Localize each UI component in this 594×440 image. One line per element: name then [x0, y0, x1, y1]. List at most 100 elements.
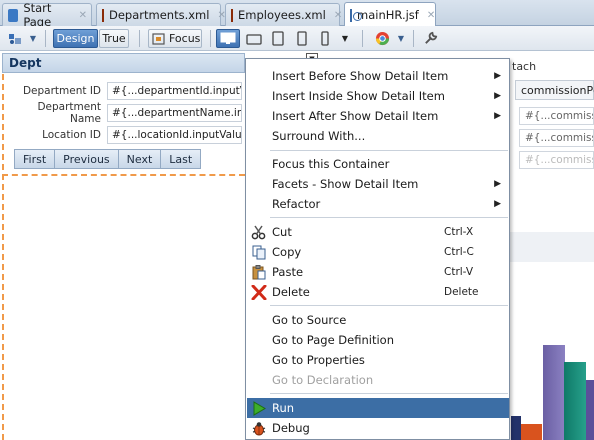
context-menu: Insert Before Show Detail Item ▶ Insert …	[245, 58, 510, 440]
submenu-arrow-icon: ▶	[494, 179, 501, 189]
tab-employees-xml[interactable]: Employees.xml ✕	[225, 3, 342, 26]
toolbar-divider	[139, 30, 140, 47]
close-icon[interactable]: ✕	[79, 10, 87, 21]
dept-divider	[2, 174, 245, 176]
toolbar-divider	[362, 30, 363, 47]
browser-icon[interactable]	[372, 29, 392, 48]
last-button[interactable]: Last	[160, 149, 202, 169]
next-button[interactable]: Next	[117, 149, 162, 169]
menu-item-facets[interactable]: Facets - Show Detail Item ▶	[247, 174, 509, 194]
menu-item-insert-after[interactable]: Insert After Show Detail Item ▶	[247, 106, 509, 126]
chart-bar-purple	[543, 345, 565, 440]
menu-item-focus-container[interactable]: Focus this Container	[247, 154, 509, 174]
editor-toolbar: ▼ Design True Focus ▼ ▼	[0, 26, 594, 51]
desktop-view-icon[interactable]	[216, 29, 240, 48]
scissors-icon	[251, 225, 266, 240]
tab-label: Departments.xml	[109, 8, 210, 22]
shortcut-label: Ctrl-X	[444, 226, 474, 238]
department-name-row: Department Name #{...departmentName.inpu…	[4, 101, 242, 125]
tab-start-page[interactable]: Start Page ✕	[2, 1, 92, 29]
submenu-arrow-icon: ▶	[494, 71, 501, 81]
field-label: Location ID	[42, 129, 101, 141]
menu-separator	[270, 150, 508, 151]
menu-separator	[270, 305, 508, 306]
close-icon[interactable]: ✕	[334, 10, 342, 21]
component-palette-icon[interactable]	[4, 29, 26, 48]
copy-icon	[252, 245, 266, 260]
editor-tab-bar: Start Page ✕ Departments.xml ✕ Employees…	[0, 0, 594, 29]
xml-file-icon	[102, 8, 104, 22]
submenu-arrow-icon: ▶	[494, 111, 501, 121]
location-id-field[interactable]: #{...locationId.inputValue}	[107, 126, 242, 144]
panel-strip	[508, 232, 594, 262]
menu-item-paste[interactable]: Paste Ctrl-V	[247, 262, 509, 282]
chevron-down-icon[interactable]: ▼	[338, 29, 352, 48]
xml-file-icon	[231, 8, 233, 22]
start-page-icon	[8, 8, 19, 22]
department-name-field[interactable]: #{...departmentName.inputValue}	[107, 104, 242, 122]
table-cell[interactable]: #{...commissi	[519, 107, 594, 125]
toolbar-divider	[210, 30, 211, 47]
close-icon[interactable]: ✕	[427, 10, 435, 21]
shortcut-label: Ctrl-V	[444, 266, 474, 278]
toolbar-divider	[413, 30, 414, 47]
paste-icon	[252, 265, 266, 280]
show-true-button[interactable]: True	[99, 29, 129, 48]
tablet-small-icon[interactable]	[292, 29, 312, 48]
wrench-icon[interactable]	[420, 29, 440, 48]
menu-item-refactor[interactable]: Refactor ▶	[247, 194, 509, 214]
design-button[interactable]: Design	[53, 29, 98, 48]
menu-item-debug[interactable]: Debug	[247, 418, 509, 438]
tab-departments-xml[interactable]: Departments.xml ✕	[96, 3, 226, 26]
tab-label: Employees.xml	[238, 8, 326, 22]
debug-icon	[252, 422, 266, 436]
dept-title: Dept	[9, 56, 42, 70]
commission-column-header[interactable]: commissionPct	[515, 80, 594, 100]
chart-bar-edge	[586, 380, 594, 440]
first-button[interactable]: First	[14, 149, 56, 169]
location-id-row: Location ID #{...locationId.inputValue}	[4, 125, 242, 145]
menu-item-cut[interactable]: Cut Ctrl-X	[247, 222, 509, 242]
table-cell[interactable]: #{...commissi	[519, 129, 594, 147]
tab-label: mainHR.jsf	[357, 8, 419, 22]
focus-icon	[152, 32, 165, 45]
menu-separator	[270, 393, 508, 394]
menu-item-surround-with[interactable]: Surround With...	[247, 126, 509, 146]
record-navigation: First Previous Next Last	[14, 149, 202, 169]
submenu-arrow-icon: ▶	[494, 91, 501, 101]
menu-item-go-to-source[interactable]: Go to Source	[247, 310, 509, 330]
chart-bar-navy	[511, 416, 521, 440]
field-label: Department ID	[22, 85, 101, 97]
shortcut-label: Delete	[444, 286, 479, 298]
menu-item-run[interactable]: Run	[247, 398, 509, 418]
dept-panel-header[interactable]: Dept	[2, 53, 245, 73]
table-cell[interactable]: #{...commissi	[519, 151, 594, 169]
menu-item-delete[interactable]: Delete Delete	[247, 282, 509, 302]
menu-item-go-to-page-definition[interactable]: Go to Page Definition	[247, 330, 509, 350]
department-id-field[interactable]: #{...departmentId.inputValue}	[107, 82, 242, 100]
previous-button[interactable]: Previous	[54, 149, 119, 169]
attach-label: tach	[512, 60, 537, 73]
shortcut-label: Ctrl-C	[444, 246, 474, 258]
focus-label: Focus	[169, 32, 201, 45]
jsf-file-icon	[350, 8, 362, 22]
menu-item-insert-inside[interactable]: Insert Inside Show Detail Item ▶	[247, 86, 509, 106]
chevron-down-icon[interactable]: ▼	[394, 29, 408, 48]
chevron-down-icon[interactable]: ▼	[27, 29, 39, 48]
run-icon	[253, 401, 266, 416]
tab-label: Start Page	[23, 1, 52, 29]
menu-item-go-to-declaration: Go to Declaration	[272, 373, 374, 387]
tablet-landscape-icon[interactable]	[243, 29, 265, 48]
phone-icon[interactable]	[316, 29, 334, 48]
menu-item-go-to-properties[interactable]: Go to Properties	[247, 350, 509, 370]
menu-item-copy[interactable]: Copy Ctrl-C	[247, 242, 509, 262]
tablet-portrait-icon[interactable]	[268, 29, 288, 48]
tab-mainhr-jsf[interactable]: mainHR.jsf ✕	[344, 2, 436, 27]
delete-x-icon	[251, 285, 267, 300]
focus-button[interactable]: Focus	[148, 29, 202, 48]
menu-item-insert-before[interactable]: Insert Before Show Detail Item ▶	[247, 66, 509, 86]
submenu-arrow-icon: ▶	[494, 199, 501, 209]
chart-bar-teal	[564, 362, 586, 440]
department-id-row: Department ID #{...departmentId.inputVal…	[4, 81, 242, 101]
chart-bar-orange	[520, 424, 542, 440]
